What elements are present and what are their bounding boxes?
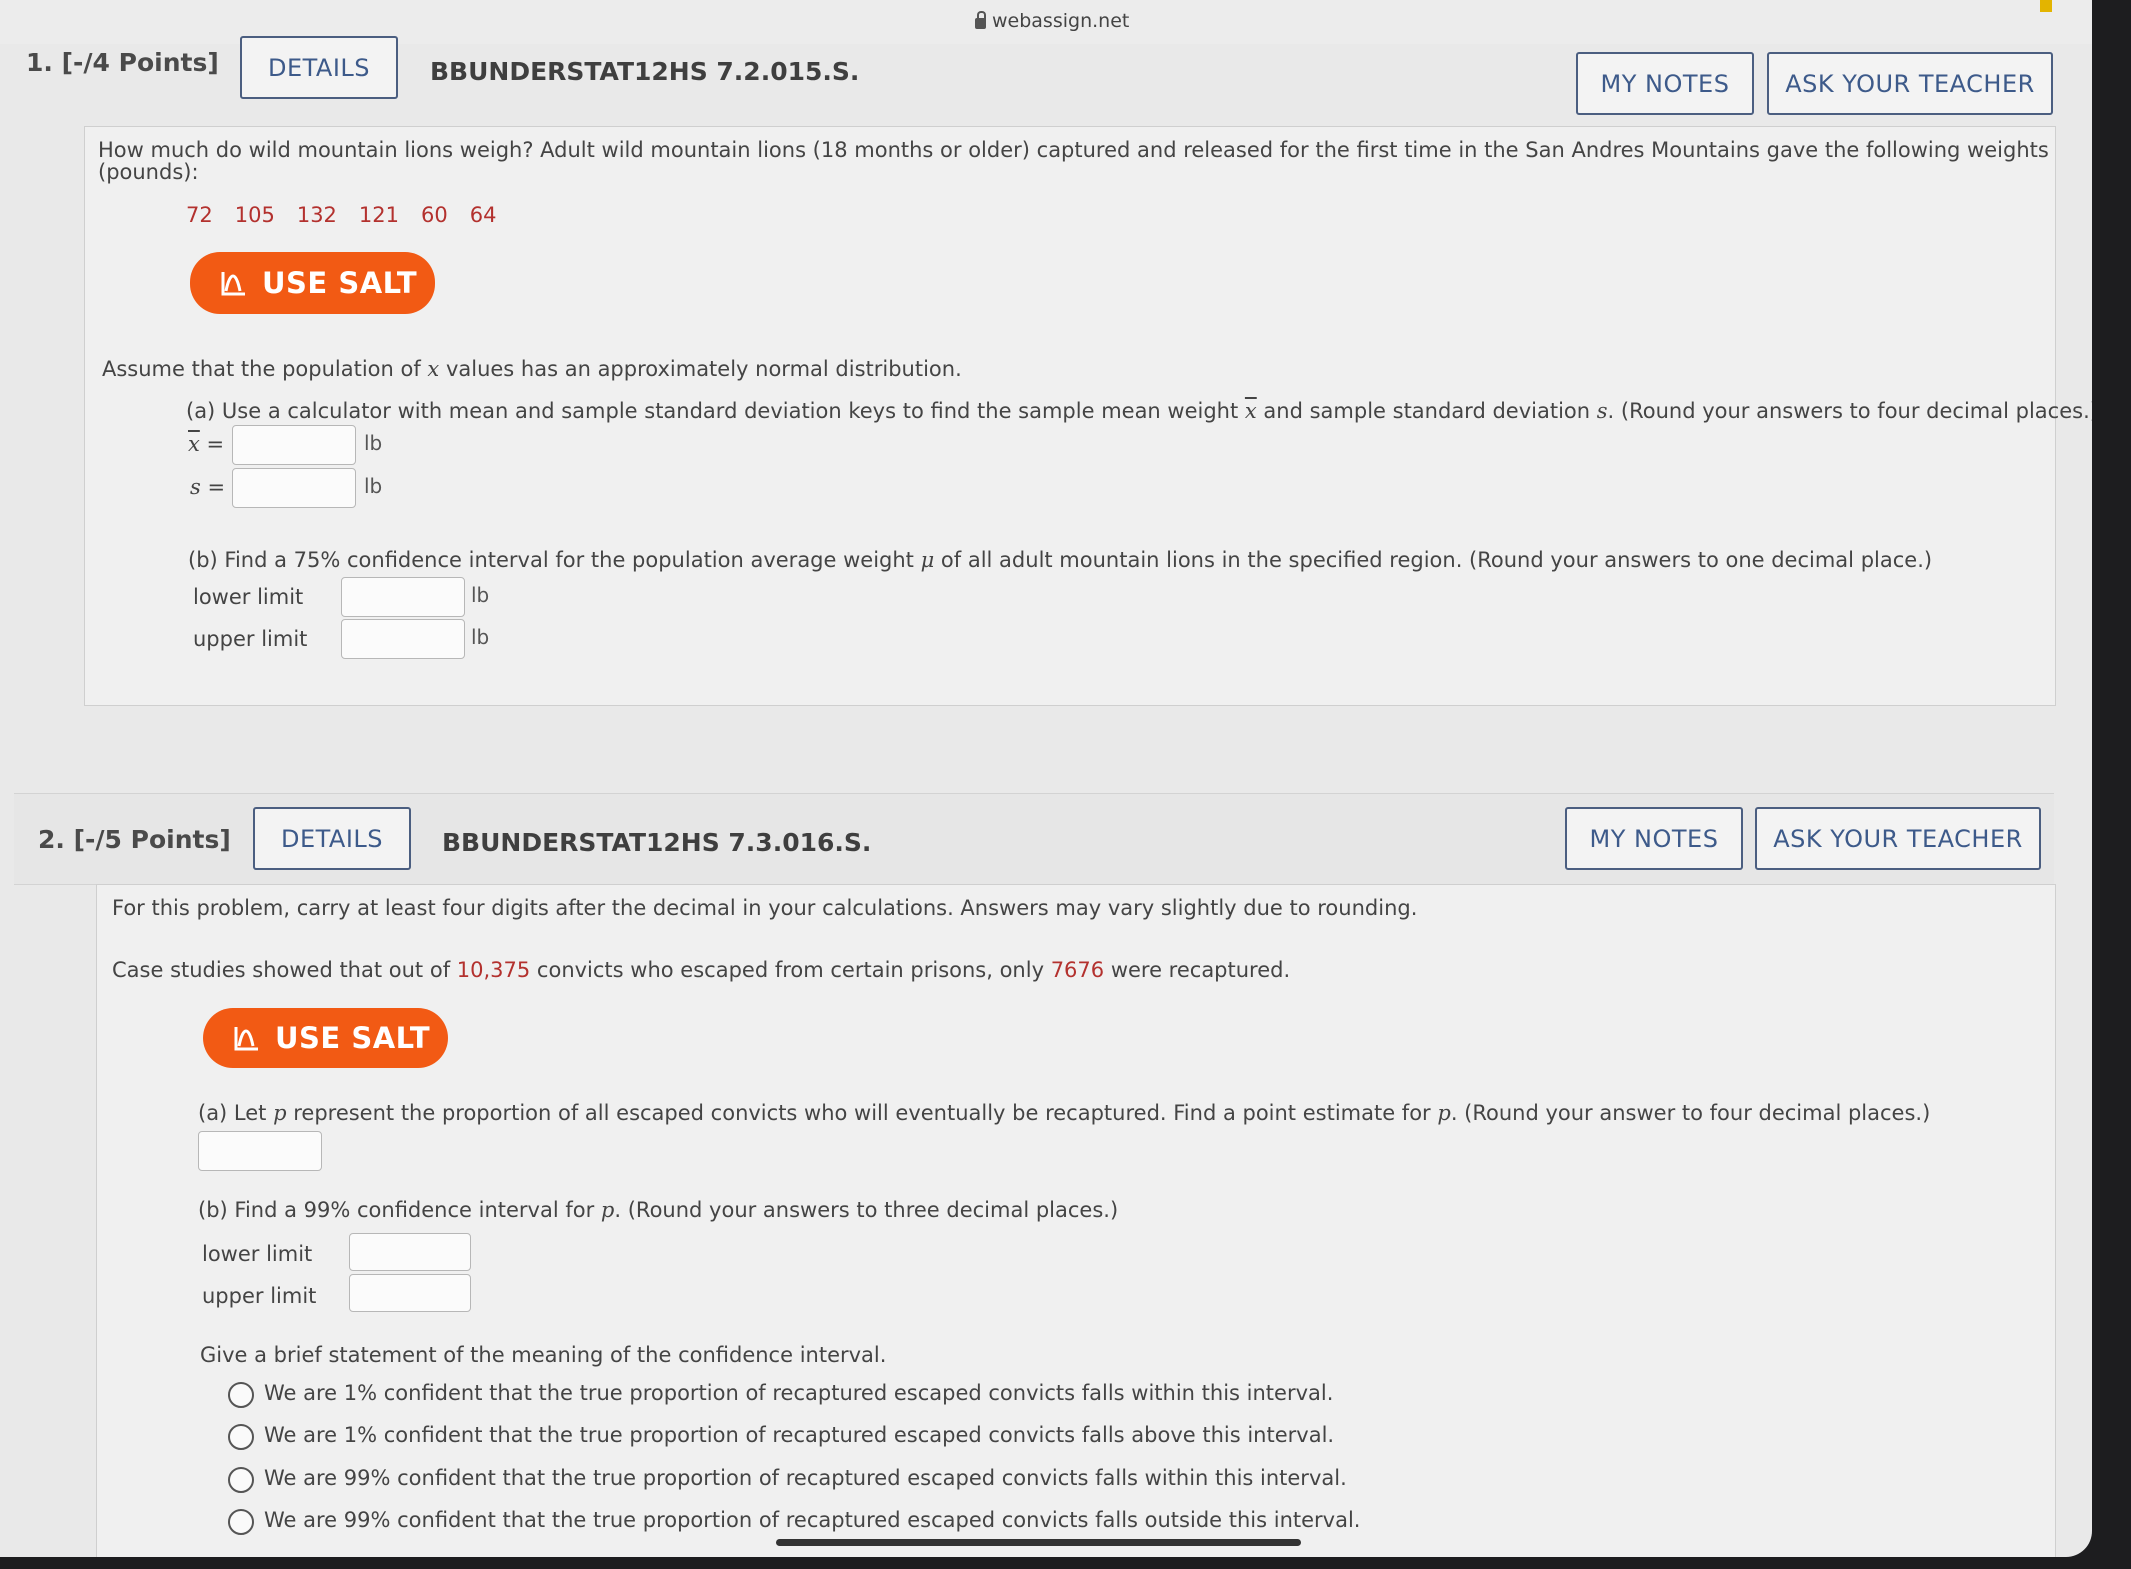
option-label: We are 1% confident that the true propor… xyxy=(264,1381,1334,1405)
s-input[interactable] xyxy=(232,468,356,508)
url-display[interactable]: webassign.net xyxy=(975,10,1129,32)
question-text-cont: (pounds): xyxy=(98,160,199,184)
home-indicator[interactable] xyxy=(776,1539,1301,1546)
upper-limit-input[interactable] xyxy=(341,619,465,659)
option-label: We are 1% confident that the true propor… xyxy=(264,1423,1335,1447)
upper-limit-unit: lb xyxy=(471,625,490,649)
statement-prompt: Give a brief statement of the meaning of… xyxy=(200,1343,887,1367)
details-button[interactable]: DETAILS xyxy=(253,807,411,870)
s-label: s = xyxy=(190,475,226,499)
upper-limit-input[interactable] xyxy=(349,1274,471,1312)
data-value: 64 xyxy=(469,203,497,227)
part-b-prompt: (b) Find a 75% confidence interval for t… xyxy=(188,548,1933,572)
upper-limit-label: upper limit xyxy=(202,1284,317,1308)
my-notes-button[interactable]: MY NOTES xyxy=(1576,52,1754,115)
xbar-input[interactable] xyxy=(232,425,356,465)
question-code: BBUNDERSTAT12HS 7.2.015.S. xyxy=(430,57,860,86)
details-button[interactable]: DETAILS xyxy=(240,36,398,99)
lower-limit-label: lower limit xyxy=(202,1242,313,1266)
salt-chart-icon xyxy=(234,1027,258,1051)
data-value: 121 xyxy=(358,203,400,227)
extension-indicator-icon xyxy=(2040,0,2052,12)
s-unit: lb xyxy=(364,474,383,498)
radio-button[interactable] xyxy=(228,1382,254,1408)
option-label: We are 99% confident that the true propo… xyxy=(264,1466,1347,1490)
browser-viewport: webassign.net 1. [-/4 Points] DETAILS BB… xyxy=(0,0,2092,1557)
data-value: 132 xyxy=(296,203,337,227)
use-salt-label: USE SALT xyxy=(262,266,418,300)
option-label: We are 99% confident that the true propo… xyxy=(264,1508,1361,1532)
data-values: 72 105 132 121 60 64 xyxy=(186,203,496,227)
question-number: 2. [-/5 Points] xyxy=(38,825,231,854)
use-salt-button[interactable]: USE SALT xyxy=(190,252,435,314)
use-salt-label: USE SALT xyxy=(275,1021,431,1055)
xbar-unit: lb xyxy=(364,431,383,455)
my-notes-button[interactable]: MY NOTES xyxy=(1565,807,1743,870)
lock-icon xyxy=(975,10,986,29)
use-salt-button[interactable]: USE SALT xyxy=(203,1008,448,1068)
calculation-note: For this problem, carry at least four di… xyxy=(112,896,1418,920)
assumption-text: Assume that the population of x values h… xyxy=(102,357,962,381)
part-a-prompt: (a) Let p represent the proportion of al… xyxy=(198,1101,1931,1125)
part-b-prompt: (b) Find a 99% confidence interval for p… xyxy=(198,1198,1119,1222)
radio-button[interactable] xyxy=(228,1467,254,1493)
lower-limit-input[interactable] xyxy=(349,1233,471,1271)
upper-limit-label: upper limit xyxy=(193,627,308,651)
ask-your-teacher-button[interactable]: ASK YOUR TEACHER xyxy=(1767,52,2053,115)
question-text: Case studies showed that out of 10,375 c… xyxy=(112,958,1291,982)
radio-button[interactable] xyxy=(228,1509,254,1535)
point-estimate-input[interactable] xyxy=(198,1131,322,1171)
data-value: 60 xyxy=(421,203,448,227)
part-a-prompt: (a) Use a calculator with mean and sampl… xyxy=(186,399,2092,423)
radio-button[interactable] xyxy=(228,1424,254,1450)
salt-chart-icon xyxy=(221,272,245,296)
lower-limit-input[interactable] xyxy=(341,577,465,617)
xbar-label: x = xyxy=(188,432,225,456)
ask-your-teacher-button[interactable]: ASK YOUR TEACHER xyxy=(1755,807,2041,870)
data-value: 105 xyxy=(234,203,275,227)
question-code: BBUNDERSTAT12HS 7.3.016.S. xyxy=(442,828,872,857)
question-number: 1. [-/4 Points] xyxy=(26,48,219,77)
question-text: How much do wild mountain lions weigh? A… xyxy=(98,138,2049,162)
lower-limit-label: lower limit xyxy=(193,585,304,609)
url-text: webassign.net xyxy=(992,10,1130,32)
data-value: 72 xyxy=(186,203,213,227)
lower-limit-unit: lb xyxy=(471,583,490,607)
